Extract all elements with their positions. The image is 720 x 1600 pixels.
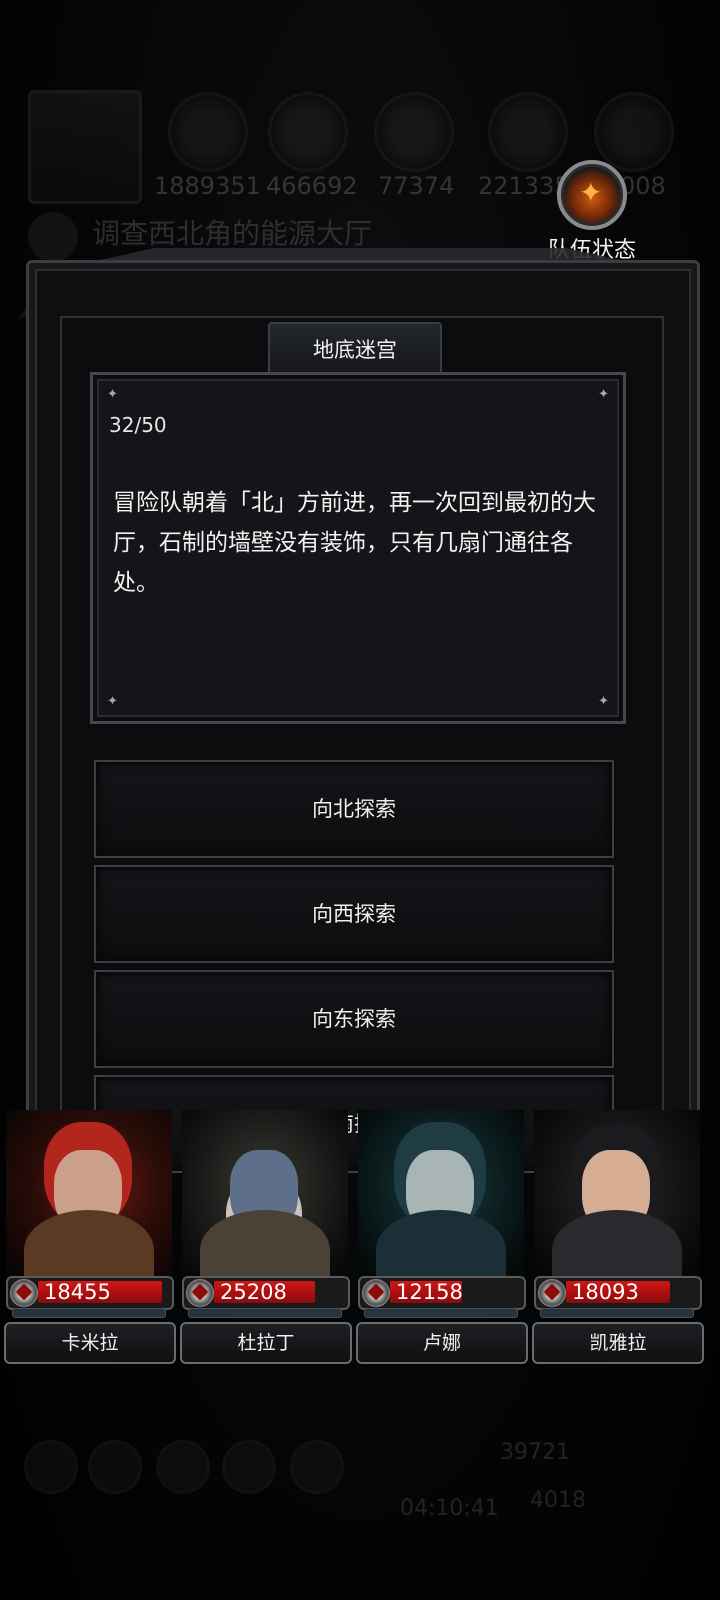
resource-count-3: 77374 (378, 172, 455, 200)
hero-portrait (358, 1110, 524, 1280)
hero-portrait (534, 1110, 700, 1280)
energy-bar (188, 1308, 342, 1318)
blood-drop-icon (10, 1279, 38, 1307)
hero-card[interactable]: 25208 杜拉丁 (178, 1110, 352, 1366)
blood-drop-icon (186, 1279, 214, 1307)
dialog-title: 地底迷宫 (268, 322, 442, 378)
corner-star-icon: ✦ (107, 387, 118, 402)
blood-drop-icon (538, 1279, 566, 1307)
quest-icon (28, 212, 78, 262)
flame-icon: ✦ (557, 160, 627, 230)
hero-card[interactable]: 12158 卢娜 (354, 1110, 528, 1366)
bottom-counter-2: 4018 (530, 1488, 586, 1513)
step-progress: 32/50 (109, 413, 167, 437)
player-avatar (28, 90, 142, 204)
bottom-nav-button-1 (24, 1440, 78, 1494)
hero-name-button[interactable]: 卢娜 (356, 1322, 528, 1364)
corner-star-icon: ✦ (598, 694, 609, 709)
hero-portrait (6, 1110, 172, 1280)
resource-icon-1 (168, 92, 248, 172)
hp-bar: 18093 (534, 1276, 702, 1310)
hp-value: 25208 (220, 1280, 287, 1304)
bottom-nav-button-5 (290, 1440, 344, 1494)
hero-name-button[interactable]: 杜拉丁 (180, 1322, 352, 1364)
bottom-nav-button-4 (222, 1440, 276, 1494)
energy-bar (540, 1308, 694, 1318)
hp-bar: 12158 (358, 1276, 526, 1310)
explore-west-button[interactable]: 向西探索 (94, 865, 614, 963)
quest-text: 调查西北角的能源大厅 (92, 217, 373, 250)
hp-value: 12158 (396, 1280, 463, 1304)
bottom-nav-button-2 (88, 1440, 142, 1494)
hero-name-button[interactable]: 卡米拉 (4, 1322, 176, 1364)
resource-count-2: 466692 (266, 172, 358, 200)
blood-drop-icon (362, 1279, 390, 1307)
resource-count-1: 1889351 (154, 172, 261, 200)
story-box: ✦ ✦ ✦ ✦ 32/50 冒险队朝着「北」方前进，再一次回到最初的大厅，石制的… (90, 372, 626, 724)
explore-east-button[interactable]: 向东探索 (94, 970, 614, 1068)
hp-value: 18093 (572, 1280, 639, 1304)
resource-icon-3 (374, 92, 454, 172)
hero-name-button[interactable]: 凯雅拉 (532, 1322, 704, 1364)
timer: 04:10:41 (400, 1496, 499, 1521)
corner-star-icon: ✦ (107, 694, 118, 709)
hero-card[interactable]: 18455 卡米拉 (2, 1110, 176, 1366)
energy-bar (12, 1308, 166, 1318)
hero-card[interactable]: 18093 凯雅拉 (530, 1110, 704, 1366)
story-text: 冒险队朝着「北」方前进，再一次回到最初的大厅，石制的墙壁没有装饰，只有几扇门通往… (113, 490, 596, 596)
bottom-counter-1: 39721 (500, 1440, 570, 1465)
hp-value: 18455 (44, 1280, 111, 1304)
energy-bar (364, 1308, 518, 1318)
hp-bar: 25208 (182, 1276, 350, 1310)
bottom-nav-button-3 (156, 1440, 210, 1494)
hero-portrait (182, 1110, 348, 1280)
hp-bar: 18455 (6, 1276, 174, 1310)
corner-star-icon: ✦ (598, 387, 609, 402)
explore-north-button[interactable]: 向北探索 (94, 760, 614, 858)
resource-icon-2 (268, 92, 348, 172)
